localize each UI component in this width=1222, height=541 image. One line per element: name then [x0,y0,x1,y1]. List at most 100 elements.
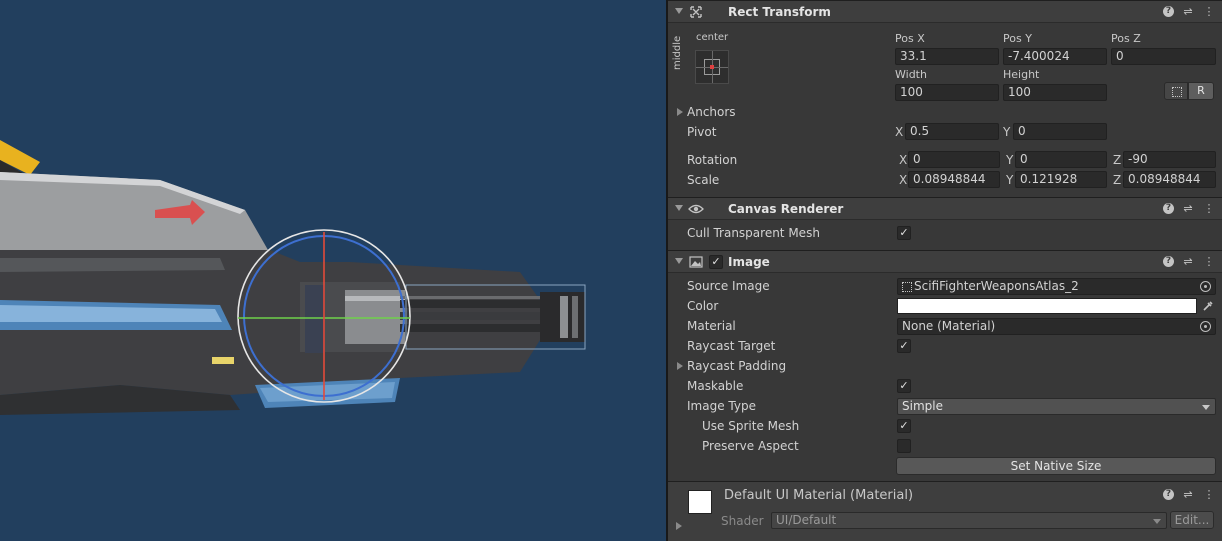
source-image-value: ScifiFighterWeaponsAtlas_2 [914,279,1079,293]
object-picker-icon[interactable] [1200,321,1211,332]
width-header: Width [895,68,927,81]
gun-barrel-top [400,300,550,308]
shader-dropdown[interactable]: UI/Default [771,512,1167,529]
rotation-z-field[interactable]: -90 [1123,151,1216,168]
scene-view[interactable] [0,0,666,541]
source-image-field[interactable]: ScifiFighterWeaponsAtlas_2 [897,278,1216,295]
pos-x-field[interactable]: 33.1 [895,48,999,65]
eye-icon [688,204,704,214]
pivot-x-field[interactable]: 0.5 [905,123,999,140]
pos-x-header: Pos X [895,32,925,45]
pos-y-header: Pos Y [1003,32,1032,45]
rotation-x-field[interactable]: 0 [908,151,1000,168]
source-image-label: Source Image [687,279,770,293]
canvas-renderer-header[interactable]: Canvas Renderer ? ⇌ ⋮ [668,197,1222,220]
raycast-padding-foldout-icon[interactable] [677,362,683,370]
pos-z-header: Pos Z [1111,32,1141,45]
preserve-aspect-label: Preserve Aspect [702,439,799,453]
rotation-y-field[interactable]: 0 [1015,151,1107,168]
help-icon[interactable]: ? [1163,489,1174,500]
foldout-arrow-icon[interactable] [675,258,683,264]
image-title: Image [728,255,770,269]
scale-y-axis-label[interactable]: Y [1006,173,1013,187]
pivot-y-field[interactable]: 0 [1013,123,1107,140]
image-enabled-checkbox[interactable]: ✓ [709,255,723,269]
anchor-vertical-label: middle [672,35,683,70]
material-foldout-icon[interactable] [676,522,682,530]
cull-transparent-mesh-label: Cull Transparent Mesh [687,226,820,240]
raycast-target-label: Raycast Target [687,339,776,353]
shader-edit-button[interactable]: Edit... [1170,511,1214,529]
gun-barrel-bottom [400,324,550,332]
width-field[interactable]: 100 [895,84,999,101]
preset-settings-icon[interactable]: ⇌ [1181,488,1195,502]
more-menu-icon[interactable]: ⋮ [1202,5,1216,19]
pos-y-field[interactable]: -7.400024 [1003,48,1107,65]
inspector-panel: Rect Transform ? ⇌ ⋮ center middle Pos X… [668,0,1222,541]
foldout-arrow-icon[interactable] [675,8,683,14]
blueprint-mode-button[interactable] [1164,82,1188,100]
rotation-z-axis-label[interactable]: Z [1113,153,1121,167]
scale-x-field[interactable]: 0.08948844 [908,171,1000,188]
help-icon[interactable]: ? [1163,203,1174,214]
height-header: Height [1003,68,1040,81]
hull-yellow-light [212,357,234,364]
scale-y-field[interactable]: 0.121928 [1015,171,1107,188]
help-icon[interactable]: ? [1163,256,1174,267]
scale-z-field[interactable]: 0.08948844 [1123,171,1216,188]
use-sprite-mesh-checkbox[interactable]: ✓ [897,419,911,433]
scale-z-axis-label[interactable]: Z [1113,173,1121,187]
material-preview-swatch [688,490,712,514]
color-swatch[interactable] [897,298,1197,314]
anchor-horizontal-label: center [696,32,729,43]
preset-settings-icon[interactable]: ⇌ [1181,5,1195,19]
rotation-x-axis-label[interactable]: X [899,153,907,167]
spaceship-weapon-sprite [0,140,586,415]
hull-upper-plate [0,172,268,260]
material-label: Material [687,319,736,333]
rect-transform-header[interactable]: Rect Transform ? ⇌ ⋮ [668,0,1222,23]
foldout-arrow-icon[interactable] [675,205,683,211]
scale-x-axis-label[interactable]: X [899,173,907,187]
raw-edit-button[interactable]: R [1188,82,1214,100]
pivot-y-axis-label[interactable]: Y [1003,125,1010,139]
preset-settings-icon[interactable]: ⇌ [1181,202,1195,216]
maskable-checkbox[interactable]: ✓ [897,379,911,393]
image-component-icon [689,256,703,268]
anchors-label[interactable]: Anchors [687,105,736,119]
pivot-label: Pivot [687,125,717,139]
sprite-icon [902,282,912,292]
raycast-padding-label[interactable]: Raycast Padding [687,359,786,373]
chevron-down-icon [1153,519,1161,524]
eyedropper-icon[interactable] [1202,300,1214,312]
help-icon[interactable]: ? [1163,6,1174,17]
rotation-y-axis-label[interactable]: Y [1006,153,1013,167]
material-field[interactable]: None (Material) [897,318,1216,335]
preset-settings-icon[interactable]: ⇌ [1181,255,1195,269]
gun-barrel-mid [400,312,550,320]
more-menu-icon[interactable]: ⋮ [1202,255,1216,269]
image-header[interactable]: ✓ Image ? ⇌ ⋮ [668,250,1222,273]
anchors-foldout-icon[interactable] [677,108,683,116]
pivot-x-axis-label[interactable]: X [895,125,903,139]
image-type-dropdown[interactable]: Simple [897,398,1216,415]
shader-label: Shader [721,514,764,528]
height-field[interactable]: 100 [1003,84,1107,101]
rotation-label: Rotation [687,153,738,167]
anchor-preset-button[interactable] [695,50,729,84]
object-picker-icon[interactable] [1200,281,1211,292]
set-native-size-button[interactable]: Set Native Size [896,457,1216,475]
rect-transform-icon [690,6,702,18]
use-sprite-mesh-label: Use Sprite Mesh [702,419,800,433]
more-menu-icon[interactable]: ⋮ [1202,202,1216,216]
shader-value: UI/Default [776,513,837,527]
more-menu-icon[interactable]: ⋮ [1202,488,1216,502]
preserve-aspect-checkbox[interactable] [897,439,911,453]
raycast-target-checkbox[interactable]: ✓ [897,339,911,353]
cull-transparent-mesh-checkbox[interactable]: ✓ [897,226,911,240]
pos-z-field[interactable]: 0 [1111,48,1216,65]
chevron-down-icon [1202,405,1210,410]
material-panel: Default UI Material (Material) ? ⇌ ⋮ Sha… [668,482,1222,541]
image-type-value: Simple [902,399,943,413]
image-type-label: Image Type [687,399,756,413]
